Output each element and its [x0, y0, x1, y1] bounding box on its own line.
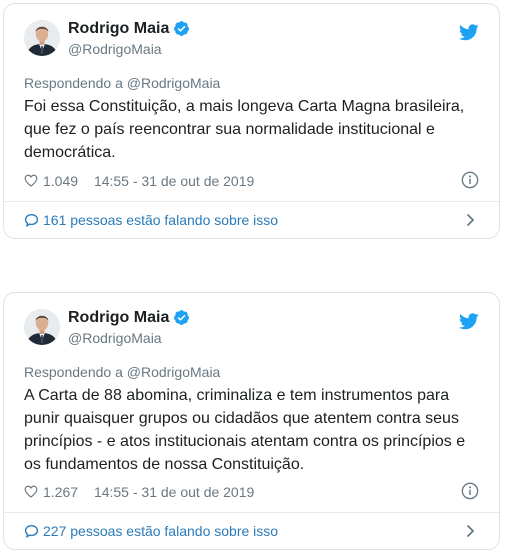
verified-badge-icon	[174, 309, 190, 325]
author-info[interactable]: Rodrigo Maia @RodrigoMaia	[68, 308, 190, 347]
replying-to[interactable]: Respondendo a @RodrigoMaia	[24, 363, 220, 381]
speech-bubble-icon	[24, 524, 39, 538]
tweet-text: Foi essa Constituição, a mais longeva Ca…	[24, 98, 465, 161]
divider	[4, 512, 499, 513]
divider	[4, 201, 499, 202]
chevron-right-icon[interactable]	[466, 524, 475, 538]
tweet-header: Rodrigo Maia @RodrigoMaia	[22, 309, 485, 349]
tweet-header: Rodrigo Maia @RodrigoMaia	[22, 20, 485, 60]
tweet-card[interactable]: Rodrigo Maia @RodrigoMaia Respondendo a …	[3, 3, 500, 239]
heart-icon	[24, 174, 38, 187]
author-handle[interactable]: @RodrigoMaia	[68, 329, 190, 347]
conversation-link[interactable]: 161 pessoas estão falando sobre isso	[24, 210, 485, 230]
author-info[interactable]: Rodrigo Maia @RodrigoMaia	[68, 19, 190, 58]
replying-to[interactable]: Respondendo a @RodrigoMaia	[24, 74, 220, 92]
tweet-meta: 1.049 14:55 - 31 de out de 2019	[24, 171, 485, 191]
heart-icon	[24, 485, 38, 498]
author-name[interactable]: Rodrigo Maia	[68, 19, 169, 39]
twitter-bird-icon[interactable]	[459, 313, 479, 330]
twitter-bird-icon[interactable]	[459, 24, 479, 41]
tweet-text: A Carta de 88 abomina, criminaliza e tem…	[24, 387, 466, 473]
tweet-card[interactable]: Rodrigo Maia @RodrigoMaia Respondendo a …	[3, 292, 500, 550]
author-handle[interactable]: @RodrigoMaia	[68, 40, 190, 58]
like-count: 1.049	[43, 173, 79, 189]
avatar[interactable]	[24, 20, 60, 56]
like-count: 1.267	[43, 484, 79, 500]
conversation-text: 227 pessoas estão falando sobre isso	[43, 523, 279, 539]
tweet-meta: 1.267 14:55 - 31 de out de 2019	[24, 482, 485, 502]
verified-badge-icon	[174, 20, 190, 36]
tweet-timestamp[interactable]: 14:55 - 31 de out de 2019	[94, 171, 254, 191]
info-icon[interactable]	[461, 171, 479, 189]
conversation-link[interactable]: 227 pessoas estão falando sobre isso	[24, 521, 485, 541]
like-button[interactable]: 1.267	[24, 482, 78, 502]
chevron-right-icon[interactable]	[466, 213, 475, 227]
like-button[interactable]: 1.049	[24, 171, 78, 191]
speech-bubble-icon	[24, 213, 39, 227]
tweet-timestamp[interactable]: 14:55 - 31 de out de 2019	[94, 482, 254, 502]
info-icon[interactable]	[461, 482, 479, 500]
conversation-text: 161 pessoas estão falando sobre isso	[43, 212, 279, 228]
avatar[interactable]	[24, 309, 60, 345]
author-name[interactable]: Rodrigo Maia	[68, 308, 169, 328]
